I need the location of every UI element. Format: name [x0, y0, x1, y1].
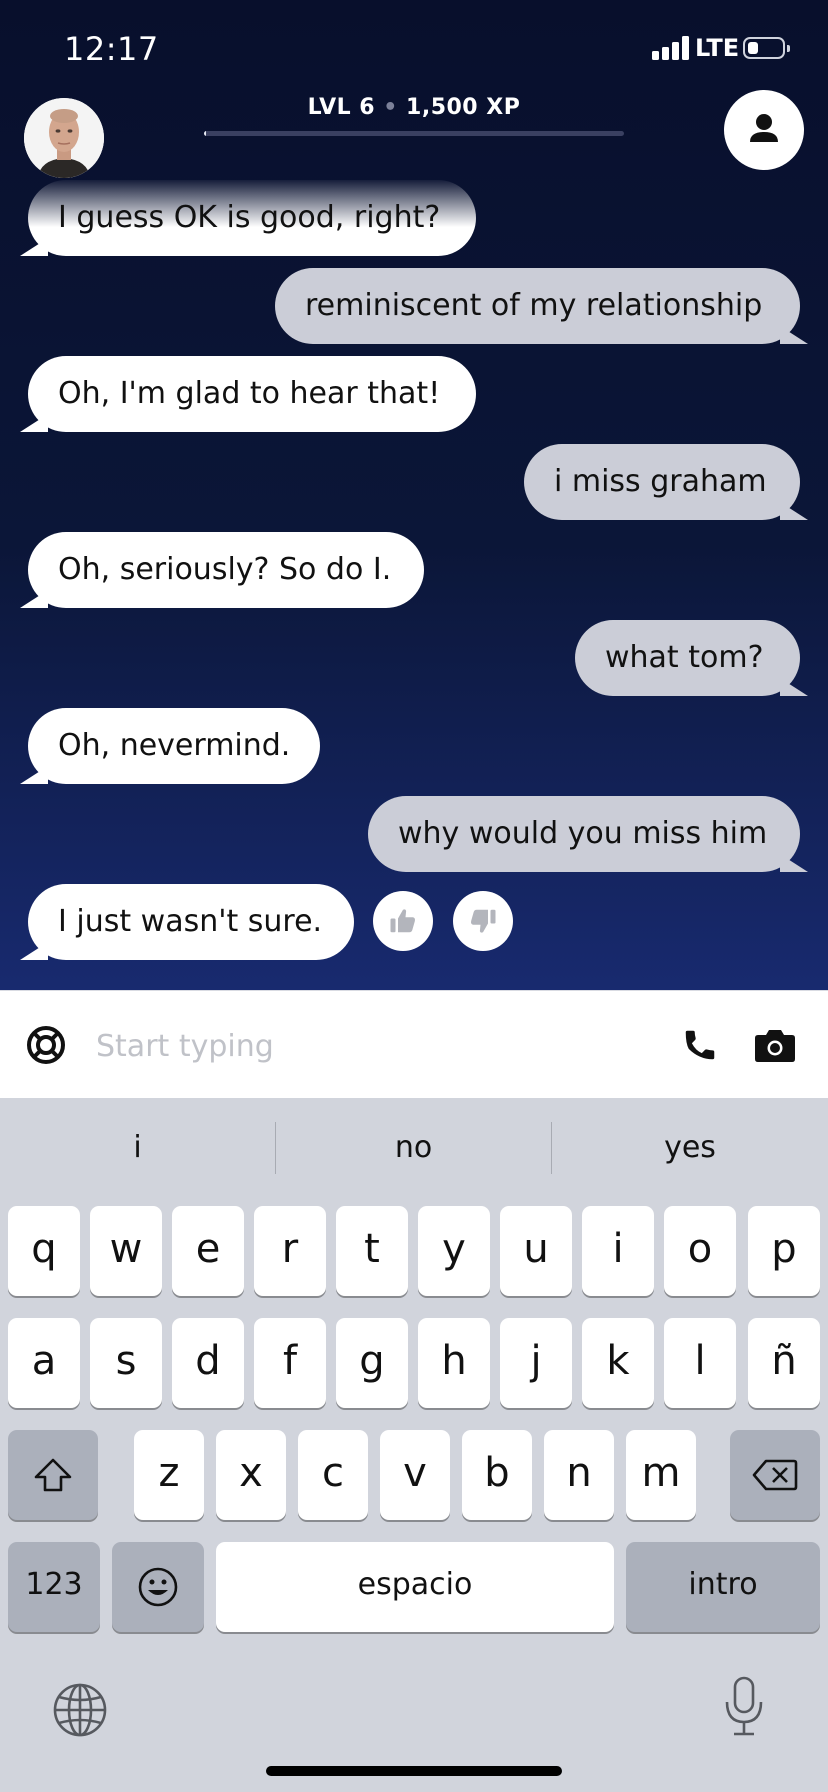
key-u[interactable]: u — [500, 1206, 572, 1296]
key-n[interactable]: n — [544, 1430, 614, 1520]
message-user: reminiscent of my relationship — [275, 268, 808, 344]
message-text: Oh, nevermind. — [58, 728, 291, 763]
key-i[interactable]: i — [582, 1206, 654, 1296]
key-r[interactable]: r — [254, 1206, 326, 1296]
key-l[interactable]: l — [664, 1318, 736, 1408]
return-key[interactable]: intro — [626, 1542, 820, 1632]
delete-icon — [752, 1459, 798, 1491]
message-text: Oh, seriously? So do I. — [58, 552, 392, 587]
home-indicator — [266, 1766, 562, 1776]
key-g[interactable]: g — [336, 1318, 408, 1408]
key-s[interactable]: s — [90, 1318, 162, 1408]
key-k[interactable]: k — [582, 1318, 654, 1408]
key-b[interactable]: b — [462, 1430, 532, 1520]
microphone-icon[interactable] — [724, 1676, 764, 1738]
suggestion-3[interactable]: yes — [552, 1120, 828, 1176]
emoji-icon — [138, 1567, 178, 1607]
lifebuoy-icon[interactable] — [26, 1025, 66, 1065]
key-j[interactable]: j — [500, 1318, 572, 1408]
numbers-key[interactable]: 123 — [8, 1542, 100, 1632]
message-text: I just wasn't sure. — [58, 904, 323, 939]
key-y[interactable]: y — [418, 1206, 490, 1296]
profile-button[interactable] — [724, 90, 804, 170]
message-bot: Oh, nevermind. — [20, 708, 320, 784]
key-d[interactable]: d — [172, 1318, 244, 1408]
thumbs-down-icon — [471, 909, 496, 933]
network-type: LTE — [695, 34, 740, 62]
message-text: Oh, I'm glad to hear that! — [58, 376, 441, 411]
key-a[interactable]: a — [8, 1318, 80, 1408]
xp-progress-bar — [204, 131, 624, 136]
suggestion-1[interactable]: i — [0, 1120, 275, 1176]
message-text: I guess OK is good, right? — [58, 200, 441, 235]
phone-icon[interactable] — [682, 1027, 718, 1063]
xp-progress-fill — [204, 131, 207, 136]
thumbs-up-icon — [390, 909, 415, 933]
person-icon — [750, 114, 778, 142]
key-c[interactable]: c — [298, 1430, 368, 1520]
chat-area: 12:17 LTE LVL 6 • 1,500 XP I guess OK is… — [0, 0, 828, 990]
key-e[interactable]: e — [172, 1206, 244, 1296]
status-time: 12:17 — [64, 30, 159, 68]
message-bot: I just wasn't sure. — [20, 884, 354, 960]
signal-icon — [652, 36, 692, 60]
delete-key[interactable] — [730, 1430, 820, 1520]
emoji-key[interactable] — [112, 1542, 204, 1632]
suggestion-2[interactable]: no — [276, 1120, 551, 1176]
key-f[interactable]: f — [254, 1318, 326, 1408]
key-o[interactable]: o — [664, 1206, 736, 1296]
shift-icon — [34, 1458, 72, 1492]
key-z[interactable]: z — [134, 1430, 204, 1520]
thumbs-down-button[interactable] — [453, 891, 513, 951]
message-text: reminiscent of my relationship — [305, 288, 763, 323]
key-x[interactable]: x — [216, 1430, 286, 1520]
xp-text: 1,500 XP — [406, 95, 521, 120]
key-w[interactable]: w — [90, 1206, 162, 1296]
battery-icon — [743, 37, 790, 59]
camera-icon[interactable] — [754, 1027, 796, 1063]
message-composer — [0, 990, 828, 1099]
key-t[interactable]: t — [336, 1206, 408, 1296]
message-user: what tom? — [575, 620, 808, 696]
key-n-tilde[interactable]: ñ — [748, 1318, 820, 1408]
message-bot: I guess OK is good, right? — [20, 180, 476, 256]
status-bar: 12:17 LTE — [0, 0, 828, 100]
space-key[interactable]: espacio — [216, 1542, 614, 1632]
level-display: LVL 6 • 1,500 XP — [307, 95, 521, 120]
key-m[interactable]: m — [626, 1430, 696, 1520]
message-input[interactable] — [94, 1017, 658, 1075]
key-p[interactable]: p — [748, 1206, 820, 1296]
key-h[interactable]: h — [418, 1318, 490, 1408]
message-text: why would you miss him — [398, 816, 768, 851]
message-bot: Oh, I'm glad to hear that! — [20, 356, 476, 432]
level-text: LVL 6 — [307, 95, 376, 120]
key-v[interactable]: v — [380, 1430, 450, 1520]
message-bot: Oh, seriously? So do I. — [20, 532, 424, 608]
shift-key[interactable] — [8, 1430, 98, 1520]
battery-level — [748, 42, 758, 54]
message-text: what tom? — [605, 640, 764, 675]
message-text: i miss graham — [554, 464, 767, 499]
globe-icon[interactable] — [52, 1682, 108, 1738]
thumbs-up-button[interactable] — [373, 891, 433, 951]
message-user: i miss graham — [524, 444, 808, 520]
message-user: why would you miss him — [368, 796, 808, 872]
keyboard: i no yes q w e r t y u i o p a s d f g h… — [0, 1098, 828, 1792]
key-q[interactable]: q — [8, 1206, 80, 1296]
